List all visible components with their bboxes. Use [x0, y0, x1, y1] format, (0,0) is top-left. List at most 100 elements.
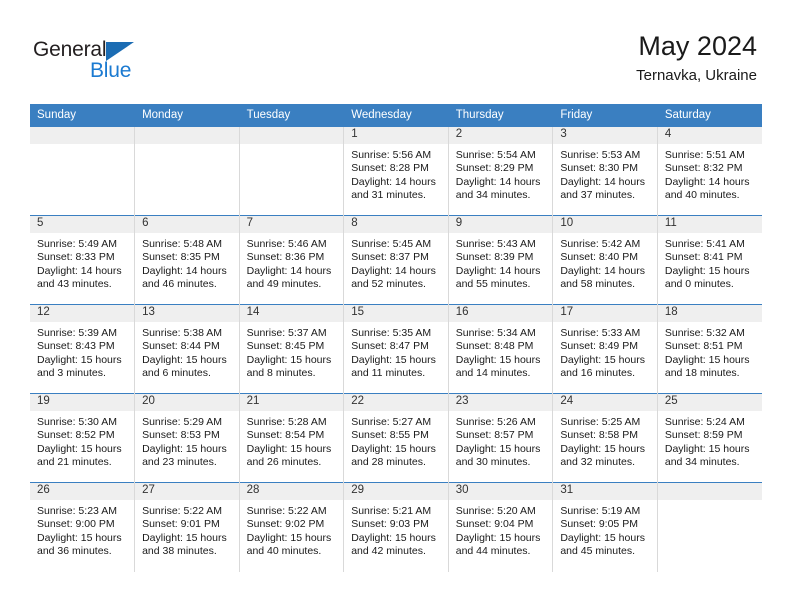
- daylight-text-line2: and 40 minutes.: [246, 545, 322, 558]
- week-row: 1 Sunrise: 5:56 AM Sunset: 8:28 PM Daylight…: [30, 126, 762, 216]
- daylight-text-line2: and 11 minutes.: [351, 367, 426, 380]
- day-number: 6: [135, 216, 239, 233]
- day-detail: Sunrise: 5:22 AM Sunset: 9:02 PM Daylight:…: [240, 500, 344, 559]
- day-cell[interactable]: 24 Sunrise: 5:25 AM Sunset: 8:58 PM Dayligh…: [552, 393, 658, 483]
- day-number: 30: [448, 483, 553, 500]
- sunrise-text: Sunrise: 5:25 AM: [560, 416, 641, 428]
- sunrise-text: Sunrise: 5:22 AM: [246, 505, 327, 517]
- day-cell[interactable]: 16 Sunrise: 5:34 AM Sunset: 8:48 PM Dayligh…: [448, 304, 554, 394]
- daylight-text-line1: Daylight: 15 hours: [455, 442, 541, 455]
- day-number: 21: [239, 394, 344, 411]
- day-cell[interactable]: 30 Sunrise: 5:20 AM Sunset: 9:04 PM Dayligh…: [448, 482, 554, 572]
- day-cell[interactable]: 13 Sunrise: 5:38 AM Sunset: 8:44 PM Dayligh…: [134, 304, 240, 394]
- dow-header-thursday: Thursday: [448, 104, 554, 127]
- sunrise-text: Sunrise: 5:42 AM: [560, 238, 641, 250]
- sunset-text: Sunset: 8:43 PM: [37, 340, 115, 353]
- sunrise-text: Sunrise: 5:19 AM: [560, 505, 641, 517]
- daylight-text-line2: and 55 minutes.: [455, 278, 531, 291]
- day-cell[interactable]: 1 Sunrise: 5:56 AM Sunset: 8:28 PM Daylight…: [343, 126, 449, 216]
- day-cell[interactable]: 21 Sunrise: 5:28 AM Sunset: 8:54 PM Dayligh…: [239, 393, 345, 483]
- sunset-text: Sunset: 8:30 PM: [560, 162, 638, 175]
- day-detail: Sunrise: 5:45 AM Sunset: 8:37 PM Daylight:…: [344, 233, 448, 292]
- daylight-text-line2: and 34 minutes.: [664, 456, 740, 469]
- day-cell[interactable]: 25 Sunrise: 5:24 AM Sunset: 8:59 PM Dayligh…: [657, 393, 762, 483]
- day-cell[interactable]: 22 Sunrise: 5:27 AM Sunset: 8:55 PM Dayligh…: [343, 393, 449, 483]
- daylight-text-line1: Daylight: 15 hours: [246, 531, 332, 544]
- daylight-text-line2: and 32 minutes.: [560, 456, 636, 469]
- sunrise-text: Sunrise: 5:26 AM: [455, 416, 536, 428]
- sunset-text: Sunset: 9:00 PM: [37, 518, 115, 531]
- sunset-text: Sunset: 8:55 PM: [351, 429, 429, 442]
- day-number: 5: [30, 216, 135, 233]
- day-cell[interactable]: 4 Sunrise: 5:51 AM Sunset: 8:32 PM Daylight…: [657, 126, 762, 216]
- day-number: 12: [30, 305, 135, 322]
- day-cell[interactable]: 6 Sunrise: 5:48 AM Sunset: 8:35 PM Daylight…: [134, 215, 240, 305]
- day-detail: Sunrise: 5:41 AM Sunset: 8:41 PM Daylight:…: [658, 233, 762, 292]
- sunrise-text: Sunrise: 5:51 AM: [664, 149, 745, 161]
- daylight-text-line1: Daylight: 15 hours: [246, 353, 332, 366]
- sunset-text: Sunset: 8:58 PM: [560, 429, 638, 442]
- day-detail: Sunrise: 5:49 AM Sunset: 8:33 PM Daylight:…: [30, 233, 134, 292]
- day-cell[interactable]: 8 Sunrise: 5:45 AM Sunset: 8:37 PM Daylight…: [343, 215, 449, 305]
- day-cell[interactable]: [134, 126, 240, 216]
- day-cell[interactable]: 27 Sunrise: 5:22 AM Sunset: 9:01 PM Dayligh…: [134, 482, 240, 572]
- day-of-week-header-row: Sunday Monday Tuesday Wednesday Thursday…: [30, 104, 763, 127]
- day-detail: Sunrise: 5:39 AM Sunset: 8:43 PM Daylight:…: [30, 322, 134, 381]
- sunrise-text: Sunrise: 5:21 AM: [351, 505, 432, 517]
- daylight-text-line1: Daylight: 14 hours: [37, 264, 122, 277]
- day-cell[interactable]: 26 Sunrise: 5:23 AM Sunset: 9:00 PM Dayligh…: [30, 482, 136, 572]
- day-cell[interactable]: 5 Sunrise: 5:49 AM Sunset: 8:33 PM Daylight…: [30, 215, 136, 305]
- day-detail: Sunrise: 5:56 AM Sunset: 8:28 PM Daylight:…: [344, 144, 448, 203]
- day-cell[interactable]: 28 Sunrise: 5:22 AM Sunset: 9:02 PM Dayligh…: [239, 482, 345, 572]
- day-cell[interactable]: [239, 126, 345, 216]
- sunset-text: Sunset: 8:40 PM: [560, 251, 638, 264]
- day-detail: Sunrise: 5:43 AM Sunset: 8:39 PM Daylight:…: [449, 233, 553, 292]
- day-detail: Sunrise: 5:29 AM Sunset: 8:53 PM Daylight:…: [135, 411, 239, 470]
- day-number: 7: [239, 216, 344, 233]
- day-cell[interactable]: 23 Sunrise: 5:26 AM Sunset: 8:57 PM Dayligh…: [448, 393, 554, 483]
- daylight-text-line1: Daylight: 14 hours: [455, 264, 541, 277]
- day-cell[interactable]: 14 Sunrise: 5:37 AM Sunset: 8:45 PM Dayligh…: [239, 304, 345, 394]
- daylight-text-line1: Daylight: 15 hours: [37, 353, 122, 366]
- daylight-text-line1: Daylight: 14 hours: [560, 264, 645, 277]
- daylight-text-line2: and 18 minutes.: [664, 367, 740, 380]
- day-cell[interactable]: 12 Sunrise: 5:39 AM Sunset: 8:43 PM Dayligh…: [30, 304, 136, 394]
- sunrise-text: Sunrise: 5:48 AM: [142, 238, 223, 250]
- daylight-text-line2: and 8 minutes.: [246, 367, 316, 380]
- daylight-text-line2: and 6 minutes.: [142, 367, 211, 380]
- day-cell[interactable]: 7 Sunrise: 5:46 AM Sunset: 8:36 PM Daylight…: [239, 215, 345, 305]
- sunset-text: Sunset: 8:59 PM: [664, 429, 743, 442]
- week-row: 19 Sunrise: 5:30 AM Sunset: 8:52 PM Dayligh…: [30, 393, 762, 483]
- title-block: May 2024 Ternavka, Ukraine: [636, 30, 757, 86]
- day-cell[interactable]: 9 Sunrise: 5:43 AM Sunset: 8:39 PM Daylight…: [448, 215, 554, 305]
- sunrise-text: Sunrise: 5:30 AM: [37, 416, 117, 428]
- day-cell[interactable]: 11 Sunrise: 5:41 AM Sunset: 8:41 PM Dayligh…: [657, 215, 762, 305]
- day-number: 25: [657, 394, 762, 411]
- day-number: 14: [239, 305, 344, 322]
- day-cell[interactable]: 19 Sunrise: 5:30 AM Sunset: 8:52 PM Dayligh…: [30, 393, 136, 483]
- dow-header-saturday: Saturday: [657, 104, 763, 127]
- day-cell[interactable]: 31 Sunrise: 5:19 AM Sunset: 9:05 PM Dayligh…: [552, 482, 658, 572]
- sunset-text: Sunset: 8:57 PM: [455, 429, 534, 442]
- day-number: 16: [448, 305, 553, 322]
- sunset-text: Sunset: 8:41 PM: [664, 251, 743, 264]
- sunrise-text: Sunrise: 5:32 AM: [664, 327, 745, 339]
- day-cell[interactable]: [657, 482, 762, 572]
- day-cell[interactable]: 17 Sunrise: 5:33 AM Sunset: 8:49 PM Dayligh…: [552, 304, 658, 394]
- daylight-text-line2: and 38 minutes.: [142, 545, 217, 558]
- day-detail: Sunrise: 5:23 AM Sunset: 9:00 PM Daylight:…: [30, 500, 134, 559]
- day-number: 23: [448, 394, 553, 411]
- day-detail: Sunrise: 5:26 AM Sunset: 8:57 PM Daylight:…: [449, 411, 553, 470]
- dow-header-sunday: Sunday: [30, 104, 136, 127]
- sunrise-text: Sunrise: 5:53 AM: [560, 149, 641, 161]
- day-cell[interactable]: 10 Sunrise: 5:42 AM Sunset: 8:40 PM Dayligh…: [552, 215, 658, 305]
- day-cell[interactable]: 15 Sunrise: 5:35 AM Sunset: 8:47 PM Dayligh…: [343, 304, 449, 394]
- day-cell[interactable]: 3 Sunrise: 5:53 AM Sunset: 8:30 PM Daylight…: [552, 126, 658, 216]
- day-cell[interactable]: 20 Sunrise: 5:29 AM Sunset: 8:53 PM Dayligh…: [134, 393, 240, 483]
- day-cell[interactable]: 29 Sunrise: 5:21 AM Sunset: 9:03 PM Dayligh…: [343, 482, 449, 572]
- daylight-text-line1: Daylight: 15 hours: [560, 531, 645, 544]
- day-cell[interactable]: [30, 126, 136, 216]
- day-cell[interactable]: 18 Sunrise: 5:32 AM Sunset: 8:51 PM Dayligh…: [657, 304, 762, 394]
- day-cell[interactable]: 2 Sunrise: 5:54 AM Sunset: 8:29 PM Daylight…: [448, 126, 554, 216]
- daylight-text-line2: and 49 minutes.: [246, 278, 322, 291]
